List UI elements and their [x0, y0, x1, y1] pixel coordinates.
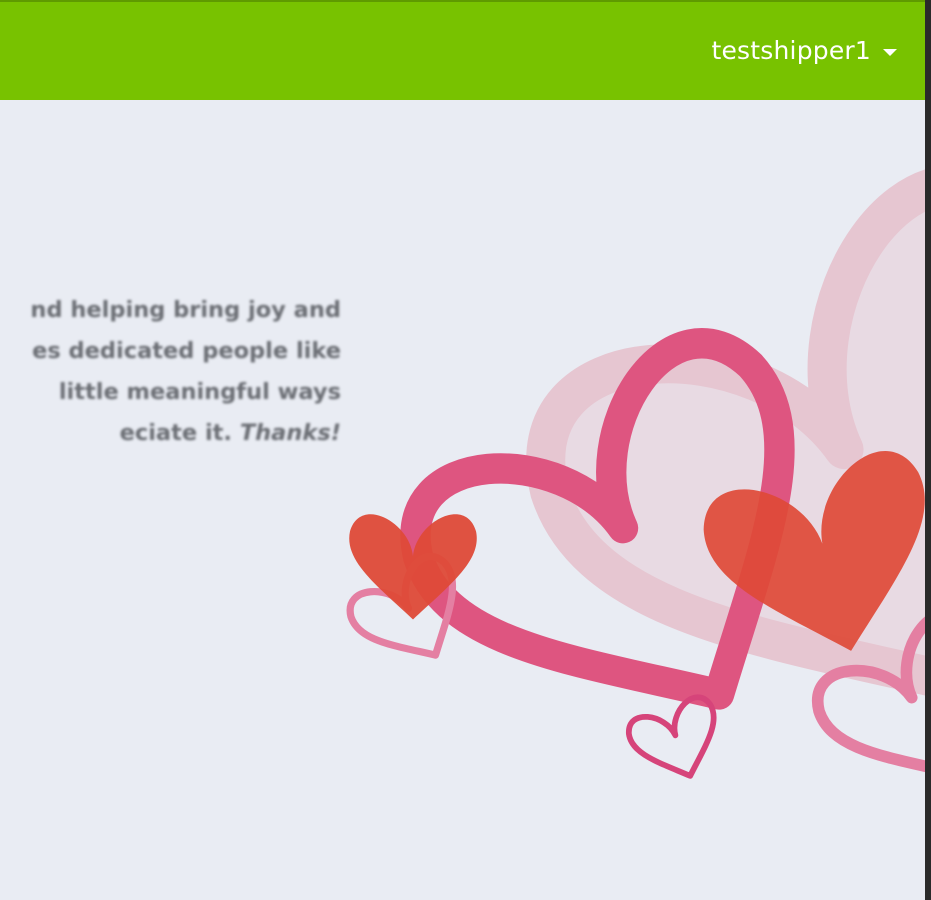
user-menu-dropdown[interactable]: testshipper1 [711, 36, 897, 65]
small-red-heart-icon [349, 514, 477, 620]
top-navigation-bar: testshipper1 [0, 0, 925, 100]
message-line: nd helping bring joy and [30, 297, 341, 323]
small-magenta-heart-icon [624, 693, 731, 791]
small-light-pink-heart-icon [343, 550, 483, 683]
username-label: testshipper1 [711, 36, 871, 65]
message-line: little meaningful ways [58, 379, 341, 405]
message-line: eciate it. Thanks! [0, 413, 341, 454]
large-pale-heart-icon [510, 150, 925, 829]
app-screen: testshipper1 nd helping bring joy and es… [0, 0, 925, 900]
large-red-heart-icon [694, 442, 925, 680]
light-pink-heart-icon [806, 603, 925, 817]
message-text: eciate it. [119, 420, 240, 446]
window-edge [925, 0, 931, 900]
message-line: es dedicated people like [32, 338, 341, 364]
thank-you-message: nd helping bring joy and es dedicated pe… [0, 290, 341, 454]
thanks-emphasis: Thanks! [239, 420, 341, 446]
pink-outline-heart-icon [390, 319, 887, 791]
chevron-down-icon [883, 49, 897, 56]
